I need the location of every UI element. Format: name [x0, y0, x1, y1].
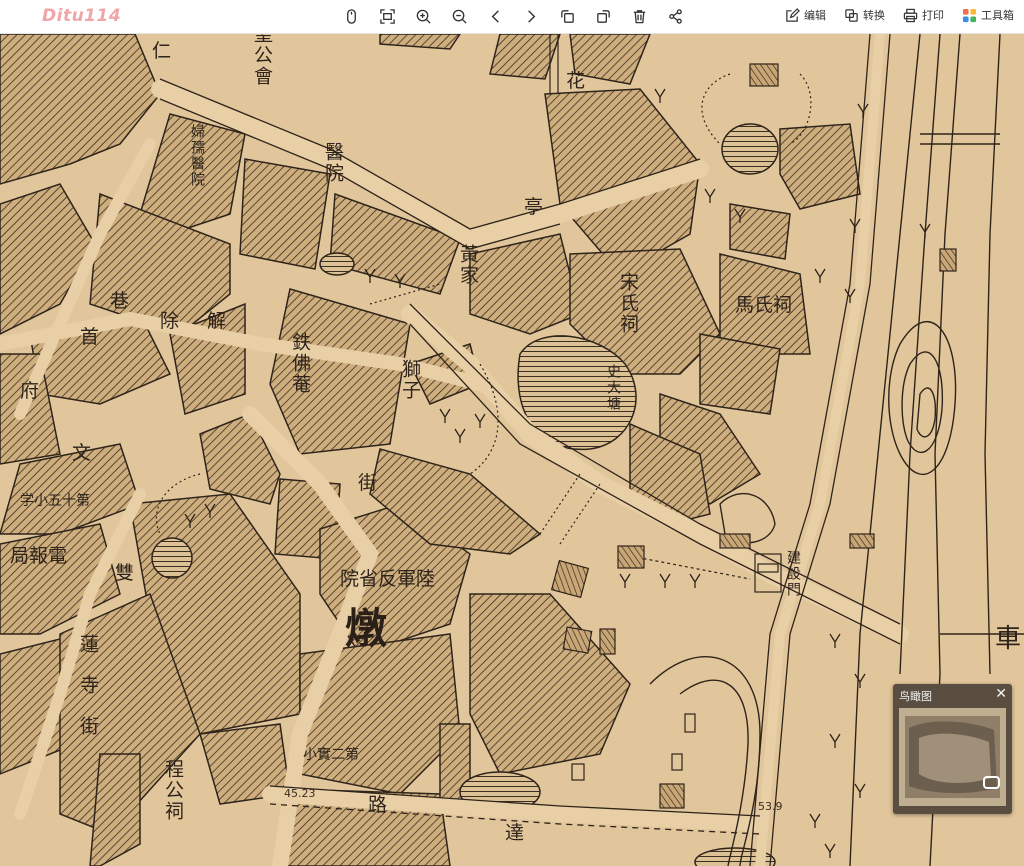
top-toolbar: Ditu114 编辑 转换 打印 工具箱 — [0, 0, 1024, 34]
map-label-shi-da-tang: 史大塘 — [605, 364, 621, 412]
map-label-cheng-gong-ci: 程公祠 — [162, 759, 184, 822]
map-canvas[interactable]: 仁 聖公會 婦孺醫院 醫院 花 亭 黃家 宋氏祠 馬氏祠 巷 首 除解 鉄佛菴 … — [0, 34, 1024, 866]
toolbox-button[interactable]: 工具箱 — [962, 7, 1014, 23]
app-logo[interactable]: Ditu114 — [42, 6, 121, 26]
map-label-fu: 府 — [20, 380, 40, 402]
fit-screen-icon[interactable] — [374, 5, 401, 28]
map-label-big-char: 燉 — [345, 604, 388, 653]
overview-thumbnail[interactable] — [899, 708, 1006, 806]
map-label-sheng-gong-hui: 聖公會 — [251, 34, 273, 87]
map-label-yi-yuan: 醫院 — [322, 142, 344, 184]
printer-icon — [903, 8, 918, 22]
map-label-jian-she-men: 建設門 — [785, 550, 801, 598]
map-label-shuang: 雙 — [115, 562, 135, 584]
overview-close-button[interactable]: ✕ — [995, 686, 1007, 702]
rotate-right-icon[interactable] — [590, 5, 617, 28]
map-label-shi-zi: 獅子 — [399, 359, 421, 401]
edit-icon — [786, 7, 800, 22]
map-label-song-shi-ci: 宋氏祠 — [617, 272, 639, 335]
edit-button[interactable]: 编辑 — [785, 7, 826, 23]
map-label-lian-si-jie: 蓮寺街 — [77, 634, 99, 757]
zoom-out-icon[interactable] — [446, 5, 473, 28]
rotate-left-icon[interactable] — [554, 5, 581, 28]
overview-map-image — [899, 708, 1006, 806]
elevation-mark-right: 53.9 — [758, 800, 783, 813]
map-tools — [338, 5, 689, 28]
mouse-icon[interactable] — [338, 5, 365, 28]
map-label-lu: 路 — [368, 794, 388, 816]
map-label-tie-fo-an: 鉄佛菴 — [289, 332, 311, 395]
map-label-wen: 文 — [72, 442, 92, 464]
map-label-xiang: 巷 — [110, 290, 130, 312]
map-drawing — [0, 34, 1024, 866]
map-label-huang-jia: 黃家 — [457, 244, 479, 286]
print-label: 打印 — [922, 9, 944, 22]
map-label-school-2: 第二實小 — [303, 747, 359, 763]
map-label-ma-shi-ci: 馬氏祠 — [735, 294, 793, 316]
next-icon[interactable] — [518, 5, 545, 28]
map-label-che: 車 — [995, 624, 1022, 654]
zoom-in-icon[interactable] — [410, 5, 437, 28]
convert-icon — [845, 8, 858, 22]
overview-title: 鸟瞰图 — [899, 690, 932, 703]
delete-icon[interactable] — [626, 5, 653, 28]
map-label-hua: 花 — [566, 70, 586, 92]
map-label-ting: 亭 — [524, 196, 544, 218]
elevation-mark-left: 45.23 — [284, 787, 316, 800]
map-label-army-hospital: 陸軍反省院 — [340, 568, 436, 590]
map-label-shou: 首 — [80, 326, 100, 348]
convert-button[interactable]: 转换 — [844, 7, 885, 23]
overview-panel: 鸟瞰图 ✕ — [893, 684, 1012, 814]
overview-viewport-indicator[interactable] — [983, 776, 1000, 789]
map-label-ren: 仁 — [152, 40, 172, 62]
toolbox-icon — [962, 8, 977, 22]
map-label-chu-jie: 除解 — [160, 310, 255, 332]
action-bar: 编辑 转换 打印 工具箱 — [785, 7, 1014, 23]
map-label-jie: 街 — [358, 472, 378, 494]
print-button[interactable]: 打印 — [903, 7, 944, 23]
previous-icon[interactable] — [482, 5, 509, 28]
edit-label: 编辑 — [804, 9, 826, 22]
map-label-school-15: 第十五小学 — [20, 493, 90, 509]
toolbox-label: 工具箱 — [981, 9, 1014, 22]
map-label-telegraph: 電報局 — [10, 545, 68, 567]
share-icon[interactable] — [662, 5, 689, 28]
map-label-fu-ru-yi-yuan: 婦孺醫院 — [189, 124, 205, 188]
convert-label: 转换 — [863, 9, 885, 22]
map-label-da: 達 — [505, 822, 525, 844]
